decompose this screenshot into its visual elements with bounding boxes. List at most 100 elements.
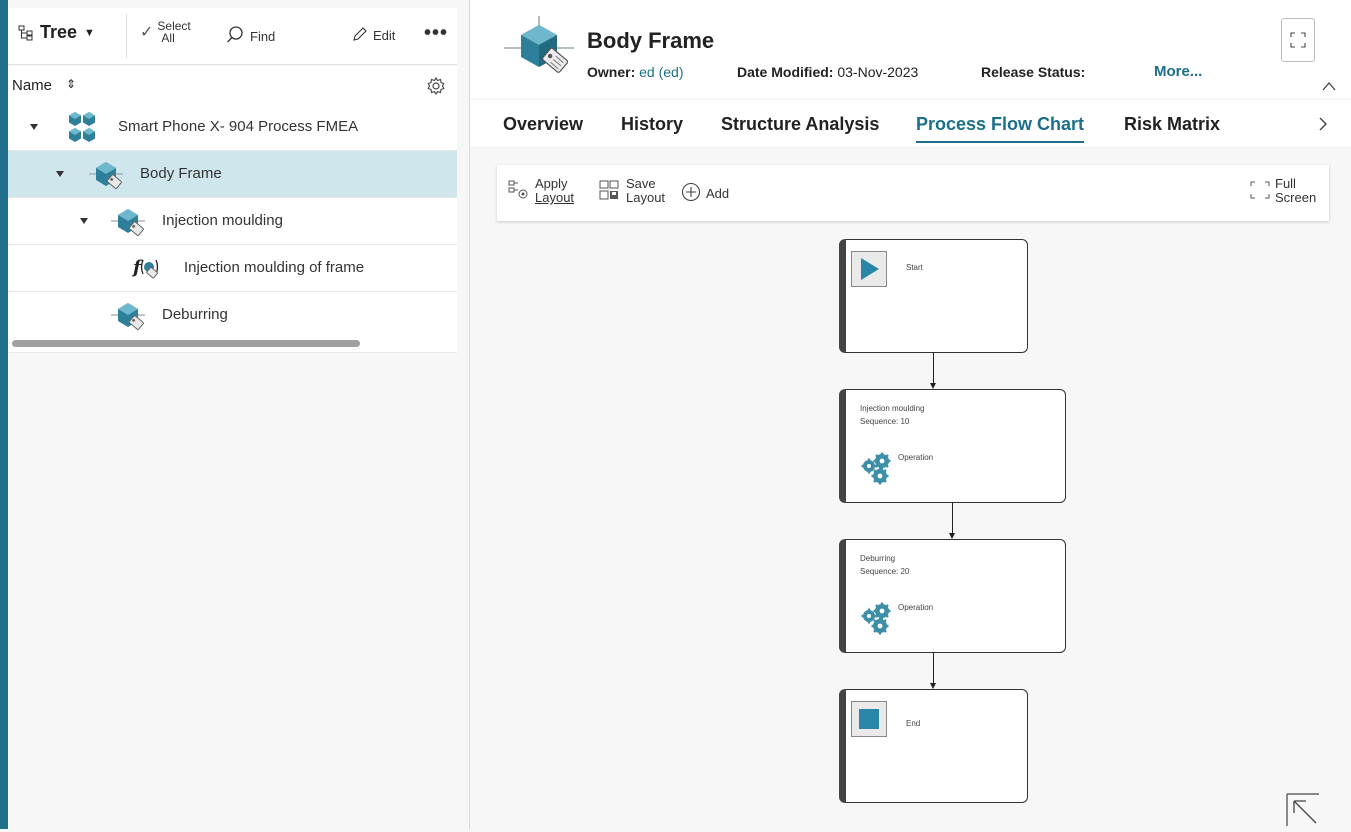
name-column-label[interactable]: Name [12,77,52,94]
end-node[interactable]: End [839,689,1028,803]
operation-node-deburring[interactable]: Deburring Sequence: 20 Operation [839,539,1066,653]
start-node[interactable]: Start [839,239,1028,353]
owner-link[interactable]: ed (ed) [639,64,683,80]
owner-label: Owner: [587,64,636,80]
more-options-icon[interactable]: ••• [424,22,448,45]
operation-type-label: Operation [898,603,934,612]
process-item-icon [89,160,125,194]
operation-node-injection-moulding[interactable]: Injection moulding Sequence: 10 Operatio… [839,389,1066,503]
apply-layout-label: Layout [535,190,575,205]
process-object-icon [504,16,576,83]
pencil-icon [352,26,368,45]
connector-line [933,353,934,383]
release-status-label: Release Status: [981,64,1086,80]
save-label: Save [626,176,656,191]
stop-icon [851,701,887,742]
tree-row-injection-moulding[interactable]: Injection moulding [8,198,457,245]
tab-bar: Overview History Structure Analysis Proc… [470,100,1351,146]
flow-chart-toolbar: Apply Layout Save Layout Add Full Screen [497,165,1329,221]
tree-list: Smart Phone X- 904 Process FMEA Body Fra… [8,104,457,339]
tree-row-label: Body Frame [140,165,222,182]
tab-structure-analysis[interactable]: Structure Analysis [721,114,879,135]
tree-view-dropdown[interactable]: Tree ▼ [18,22,95,43]
tab-history[interactable]: History [621,114,683,135]
maximize-button[interactable] [1281,18,1315,62]
tab-overview[interactable]: Overview [503,114,583,135]
process-item-icon [111,207,147,241]
scrollbar-thumb[interactable] [12,340,360,347]
operation-sequence: Sequence: 20 [860,567,910,576]
object-title: Body Frame [587,28,715,53]
navigate-arrow-icon[interactable] [1286,793,1320,832]
find-label: Find [250,29,276,44]
apply-label: Apply [535,176,568,191]
date-value: 03-Nov-2023 [837,64,919,80]
tree-toolbar: Tree ▼ ✓ Select All Find Edit ••• [8,8,457,65]
operation-type-label: Operation [898,453,934,462]
all-label: All [161,31,175,45]
save-layout-icon [598,179,620,204]
edit-label: Edit [373,28,396,43]
expand-caret-icon[interactable] [30,124,38,130]
date-label: Date Modified: [737,64,834,80]
more-link[interactable]: More... [1154,63,1202,80]
operation-name: Deburring [860,554,896,563]
end-label: End [906,719,921,728]
horizontal-scrollbar[interactable] [8,334,457,353]
select-all-button[interactable]: ✓ Select All [140,20,191,44]
save-layout-label: Layout [626,190,666,205]
tab-risk-matrix[interactable]: Risk Matrix [1124,114,1220,135]
apply-layout-icon [507,179,531,204]
chevron-down-icon: ▼ [84,26,95,39]
edit-button[interactable]: Edit [352,26,395,45]
checkmark-icon: ✓ [140,24,154,41]
add-label: Add [706,186,730,201]
gear-icon[interactable] [426,76,446,101]
right-pane: Body Frame Owner: ed (ed) Date Modified:… [470,0,1351,829]
operation-sequence: Sequence: 10 [860,417,910,426]
left-accent-bar [0,0,8,829]
search-icon [226,26,244,47]
toolbar-divider [126,14,127,58]
release-status-field: Release Status: [981,64,1085,80]
connector-line [952,503,953,533]
full-screen-button[interactable]: Full Screen [1249,177,1316,205]
gears-icon [860,601,894,640]
left-pane: Tree ▼ ✓ SelectAll Find Edit ••• Name ⇕ [8,0,470,829]
tab-process-flow-chart[interactable]: Process Flow Chart [916,114,1085,143]
tree-row-label: Injection moulding [162,212,283,229]
sort-icon[interactable]: ⇕ [66,77,76,91]
maximize-icon [1290,32,1306,53]
operation-name: Injection moulding [860,404,925,413]
connector-line [933,653,934,683]
owner-field: Owner: ed (ed) [587,64,683,80]
tree-row-body-frame[interactable]: Body Frame [8,151,457,198]
collapse-header-icon[interactable] [1322,78,1336,96]
tree-row-injection-moulding-of-frame[interactable]: f Injection moulding of frame [8,245,457,292]
object-header: Body Frame Owner: ed (ed) Date Modified:… [470,0,1351,98]
play-icon [851,251,887,292]
full-label: Full [1275,176,1296,191]
function-icon: f [131,254,160,286]
tree-row-deburring[interactable]: Deburring [8,292,457,339]
start-label: Start [906,263,923,272]
tree-label: Tree [40,22,78,42]
tree-icon [18,25,34,41]
expand-caret-icon[interactable] [56,171,64,177]
gears-icon [860,451,894,490]
full-screen-icon [1249,179,1271,204]
expand-caret-icon[interactable] [80,218,88,224]
add-button[interactable]: Add [681,182,729,205]
cluster-icon [66,111,98,147]
tree-row-smart-phone-fmea[interactable]: Smart Phone X- 904 Process FMEA [8,104,457,151]
save-layout-button[interactable]: Save Layout [598,177,665,205]
chevron-right-icon[interactable] [1318,116,1328,137]
tree-column-header: Name ⇕ [8,66,457,105]
tree-row-label: Smart Phone X- 904 Process FMEA [118,118,359,135]
add-circle-icon [681,182,701,205]
flow-chart-canvas[interactable]: Start Injection moulding Sequence: 10 Op… [470,228,1351,829]
process-item-icon [111,301,147,335]
svg-text:f: f [132,257,144,278]
find-button[interactable]: Find [226,26,275,47]
apply-layout-button[interactable]: Apply Layout [507,177,574,205]
